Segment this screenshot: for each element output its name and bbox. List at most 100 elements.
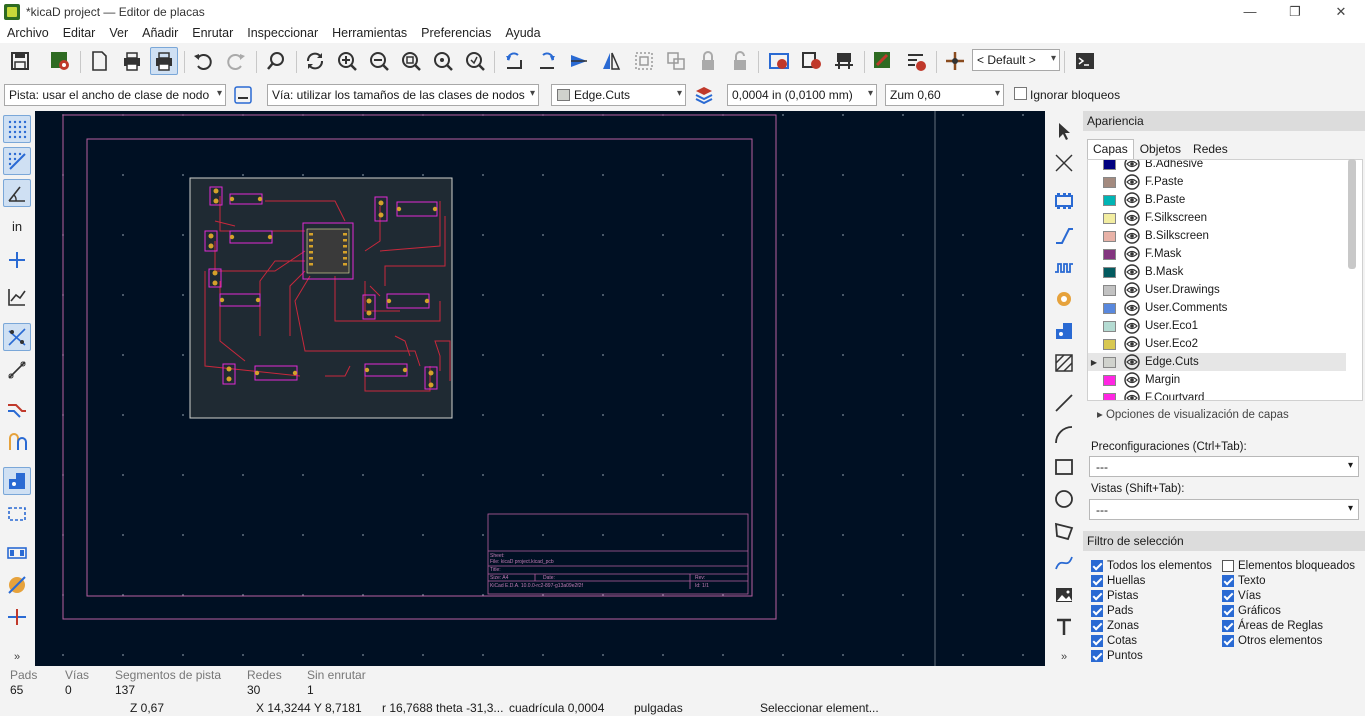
- eye-icon[interactable]: [1124, 318, 1140, 334]
- layer-color-swatch[interactable]: [1103, 302, 1116, 314]
- filter-checkbox[interactable]: [1091, 634, 1103, 647]
- pcb-canvas[interactable]: Sheet: File: kicaD project.kicad_pcb Tit…: [35, 111, 1045, 666]
- eye-icon[interactable]: [1124, 246, 1140, 262]
- zoom-in-button[interactable]: [333, 47, 361, 75]
- local-ratsnest-button[interactable]: [1050, 149, 1078, 177]
- ratsnest-lines-button[interactable]: [3, 356, 31, 384]
- layer-row[interactable]: User.Eco1: [1088, 317, 1346, 335]
- filter-checkbox[interactable]: [1222, 589, 1234, 602]
- tune-length-button[interactable]: [1050, 253, 1078, 281]
- layer-row[interactable]: Margin: [1088, 371, 1346, 389]
- layer-row[interactable]: F.Silkscreen: [1088, 209, 1346, 227]
- units-inch-button[interactable]: in: [3, 212, 31, 240]
- menu-enrutar[interactable]: Enrutar: [185, 26, 240, 40]
- eye-icon[interactable]: [1124, 354, 1140, 370]
- grid-toggle-button[interactable]: [3, 115, 31, 143]
- filter-item[interactable]: Zonas: [1091, 618, 1139, 633]
- grid-select[interactable]: 0,0004 in (0,0100 mm) ▾: [727, 84, 877, 106]
- layer-color-swatch[interactable]: [1103, 176, 1116, 188]
- add-image-button[interactable]: [1050, 581, 1078, 609]
- eye-icon[interactable]: [1124, 228, 1140, 244]
- auto-track-width-button[interactable]: [229, 81, 257, 109]
- unlock-button[interactable]: [726, 47, 754, 75]
- layer-stack-button[interactable]: [690, 81, 718, 109]
- tab-objetos[interactable]: Objetos: [1134, 139, 1187, 159]
- layer-row[interactable]: B.Paste: [1088, 191, 1346, 209]
- layer-row[interactable]: F.Mask: [1088, 245, 1346, 263]
- layer-color-swatch[interactable]: [1103, 356, 1116, 368]
- filter-item[interactable]: Elementos bloqueados: [1222, 558, 1355, 573]
- layer-row[interactable]: F.Courtyard: [1088, 389, 1346, 400]
- scripting-console-button[interactable]: [1071, 47, 1099, 75]
- mirror-button[interactable]: [597, 47, 625, 75]
- eye-icon[interactable]: [1124, 282, 1140, 298]
- layer-color-swatch[interactable]: [1103, 374, 1116, 386]
- layer-color-swatch[interactable]: [1103, 266, 1116, 278]
- draw-arc-button[interactable]: [1050, 421, 1078, 449]
- menu-editar[interactable]: Editar: [56, 26, 103, 40]
- undo-button[interactable]: [189, 47, 217, 75]
- via-size-select[interactable]: Vía: utilizar los tamaños de las clases …: [267, 84, 539, 106]
- filter-checkbox[interactable]: [1222, 574, 1234, 587]
- polar-coords-button[interactable]: [3, 179, 31, 207]
- show-text-button[interactable]: [3, 603, 31, 631]
- filter-checkbox[interactable]: [1091, 559, 1103, 572]
- ratsnest-curved-button[interactable]: [3, 283, 31, 311]
- group-button[interactable]: [630, 47, 658, 75]
- eye-icon[interactable]: [1124, 336, 1140, 352]
- eye-icon[interactable]: [1124, 372, 1140, 388]
- draw-rectangle-button[interactable]: [1050, 453, 1078, 481]
- filter-item[interactable]: Áreas de Reglas: [1222, 618, 1323, 633]
- eye-icon[interactable]: [1124, 210, 1140, 226]
- close-button[interactable]: ✕: [1318, 0, 1364, 23]
- menu-ver[interactable]: Ver: [102, 26, 135, 40]
- layer-row[interactable]: B.Mask: [1088, 263, 1346, 281]
- refresh-button[interactable]: [301, 47, 329, 75]
- zoom-fit-button[interactable]: [397, 47, 425, 75]
- layer-display-options[interactable]: ▸ Opciones de visualización de capas: [1097, 407, 1289, 421]
- maximize-button[interactable]: ❐: [1272, 0, 1318, 23]
- eye-icon[interactable]: [1124, 174, 1140, 190]
- select-tool-button[interactable]: [1050, 117, 1078, 145]
- layer-color-swatch[interactable]: [1103, 212, 1116, 224]
- tab-capas[interactable]: Capas: [1087, 139, 1134, 159]
- filter-item[interactable]: Pads: [1091, 603, 1133, 618]
- add-via-button[interactable]: [1050, 285, 1078, 313]
- draw-polygon-button[interactable]: [1050, 517, 1078, 545]
- tab-redes[interactable]: Redes: [1187, 139, 1234, 159]
- route-track-button[interactable]: [1050, 221, 1078, 249]
- menu-preferencias[interactable]: Preferencias: [414, 26, 498, 40]
- layer-list-scrollbar[interactable]: [1348, 159, 1356, 269]
- save-button[interactable]: [6, 47, 34, 75]
- menu-anadir[interactable]: Añadir: [135, 26, 185, 40]
- filter-item[interactable]: Gráficos: [1222, 603, 1281, 618]
- board-setup-button[interactable]: [46, 47, 74, 75]
- eye-icon[interactable]: [1124, 192, 1140, 208]
- footprint-editor-button[interactable]: [830, 47, 858, 75]
- eye-icon[interactable]: [1124, 159, 1140, 172]
- rotate-cw-button[interactable]: [533, 47, 561, 75]
- menu-herramientas[interactable]: Herramientas: [325, 26, 414, 40]
- layer-row[interactable]: User.Eco2: [1088, 335, 1346, 353]
- pcb-drawing[interactable]: Sheet: File: kicaD project.kicad_pcb Tit…: [35, 111, 1045, 666]
- zoom-out-button[interactable]: [365, 47, 393, 75]
- print-button[interactable]: [118, 47, 146, 75]
- show-pads-button[interactable]: [3, 539, 31, 567]
- filter-checkbox[interactable]: [1222, 604, 1234, 617]
- minimize-button[interactable]: —: [1227, 0, 1273, 23]
- filter-checkbox[interactable]: [1091, 619, 1103, 632]
- filter-item[interactable]: Otros elementos: [1222, 633, 1322, 648]
- zoom-select[interactable]: Zum 0,60 ▾: [885, 84, 1004, 106]
- filter-checkbox[interactable]: [1222, 559, 1234, 572]
- filter-item[interactable]: Huellas: [1091, 573, 1145, 588]
- checklist-button[interactable]: [902, 47, 930, 75]
- add-footprint-button[interactable]: [1050, 187, 1078, 215]
- show-vias-button[interactable]: [3, 427, 31, 455]
- grid-override-button[interactable]: [3, 147, 31, 175]
- add-text-button[interactable]: [1050, 613, 1078, 641]
- filter-checkbox[interactable]: [1091, 649, 1103, 662]
- lock-button[interactable]: [694, 47, 722, 75]
- update-pcb-button[interactable]: [765, 47, 793, 75]
- filter-item[interactable]: Vías: [1222, 588, 1261, 603]
- layer-color-swatch[interactable]: [1103, 248, 1116, 260]
